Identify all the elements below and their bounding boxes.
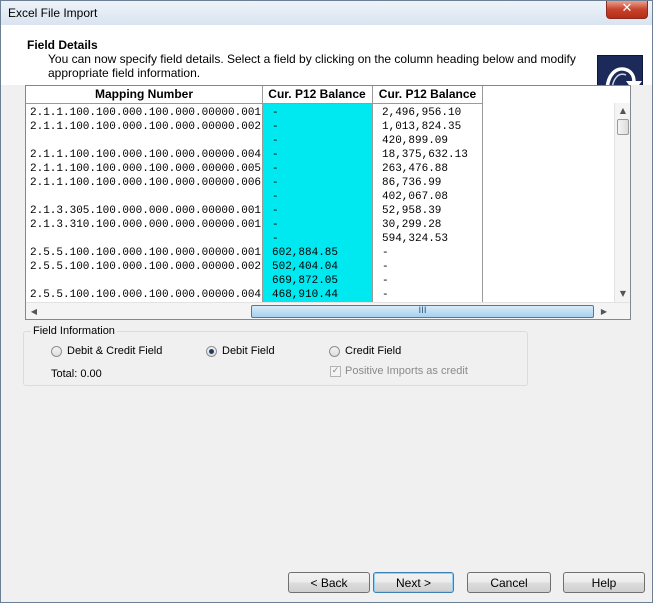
cell-balance-2: 1,013,824.35 [382, 121, 462, 133]
cell-balance-2: 30,299.28 [382, 219, 442, 231]
header-title: Field Details [27, 38, 98, 52]
column-header-mapping-number[interactable]: Mapping Number [26, 86, 263, 104]
cell-mapping-number: 2.1.1.100.100.000.100.000.00000.004 [30, 149, 262, 161]
radio-circle[interactable] [329, 345, 340, 357]
cell-balance-1: - [272, 233, 279, 245]
cell-balance-2: - [382, 275, 389, 287]
cell-balance-2: 402,067.08 [382, 191, 449, 203]
cell-balance-2: 86,736.99 [382, 177, 442, 189]
radio-circle-selected[interactable] [206, 345, 217, 357]
column-divider [482, 86, 483, 302]
window-title: Excel File Import [8, 6, 98, 20]
cell-balance-2: - [382, 289, 389, 301]
next-button[interactable]: Next > [373, 572, 454, 593]
cell-balance-1: 502,404.04 [272, 261, 339, 273]
radio-credit-field[interactable]: Credit Field [329, 345, 401, 357]
back-button[interactable]: < Back [288, 572, 370, 593]
excel-import-window: Excel File Import ✕ Field Details You ca… [0, 0, 653, 603]
scroll-right-icon[interactable]: ▶ [596, 303, 612, 319]
cell-balance-2: - [382, 261, 389, 273]
cell-balance-1: - [272, 107, 279, 119]
cell-mapping-number: 2.5.5.100.100.000.100.000.00000.004 [30, 289, 262, 301]
cell-mapping-number: 2.1.3.310.100.000.000.000.00000.001 [30, 219, 262, 231]
radio-label: Debit & Credit Field [67, 345, 163, 357]
cell-mapping-number: 2.5.5.100.100.000.100.000.00000.002 [30, 261, 262, 273]
cell-balance-1: - [272, 135, 279, 147]
data-grid[interactable]: Mapping Number Cur. P12 Balance Cur. P12… [25, 85, 631, 320]
cell-balance-2: 52,958.39 [382, 205, 442, 217]
title-bar: Excel File Import ✕ [1, 1, 652, 25]
wizard-header: Field Details You can now specify field … [1, 25, 652, 101]
cell-mapping-number: 2.1.1.100.100.000.100.000.00000.001 [30, 107, 262, 119]
header-description: You can now specify field details. Selec… [48, 52, 576, 80]
column-header-balance-1[interactable]: Cur. P12 Balance [262, 86, 373, 104]
horizontal-scroll-thumb[interactable]: III [251, 305, 594, 318]
cell-balance-1: - [272, 163, 279, 175]
cell-balance-1: 468,910.44 [272, 289, 339, 301]
checkmark-icon[interactable]: ✓ [330, 365, 341, 377]
close-icon: ✕ [621, 1, 633, 16]
vertical-scrollbar[interactable]: ▲ ▼ [614, 103, 630, 302]
cell-mapping-number: 2.1.1.100.100.000.100.000.00000.005 [30, 163, 262, 175]
cell-balance-1: - [272, 191, 279, 203]
cancel-button[interactable]: Cancel [467, 572, 551, 593]
radio-label: Credit Field [345, 345, 402, 357]
scroll-up-icon[interactable]: ▲ [616, 103, 630, 119]
cell-balance-2: 18,375,632.13 [382, 149, 468, 161]
cell-balance-2: 263,476.88 [382, 163, 449, 175]
cell-balance-1: - [272, 121, 279, 133]
scroll-down-icon[interactable]: ▼ [616, 286, 630, 302]
close-button[interactable]: ✕ [606, 1, 648, 19]
checkbox-label: Positive Imports as credit [345, 365, 468, 377]
radio-circle[interactable] [51, 345, 62, 357]
radio-label: Debit Field [222, 345, 275, 357]
cell-balance-1: - [272, 149, 279, 161]
cell-balance-2: 2,496,956.10 [382, 107, 462, 119]
cell-balance-2: - [382, 247, 389, 259]
column-headers: Mapping Number Cur. P12 Balance Cur. P12… [26, 86, 616, 104]
radio-debit-credit-field[interactable]: Debit & Credit Field [51, 345, 162, 357]
field-information-legend: Field Information [31, 325, 117, 337]
cell-balance-1: - [272, 177, 279, 189]
radio-debit-field[interactable]: Debit Field [206, 345, 275, 357]
vertical-scroll-thumb[interactable] [617, 119, 629, 135]
positive-imports-checkbox[interactable]: ✓ Positive Imports as credit [330, 365, 468, 377]
total-value: Total: 0.00 [51, 368, 102, 380]
content-area: Mapping Number Cur. P12 Balance Cur. P12… [1, 85, 652, 602]
column-divider [262, 86, 263, 302]
horizontal-scrollbar[interactable]: ◀ III ▶ [26, 302, 630, 319]
column-header-balance-2[interactable]: Cur. P12 Balance [373, 86, 483, 104]
cell-balance-1: - [272, 205, 279, 217]
cell-mapping-number: 2.5.5.100.100.000.100.000.00000.001 [30, 247, 262, 259]
cell-balance-2: 420,899.09 [382, 135, 449, 147]
cell-mapping-number: 2.1.1.100.100.000.100.000.00000.006 [30, 177, 262, 189]
cell-balance-1: 669,872.05 [272, 275, 339, 287]
column-divider [372, 86, 373, 302]
scroll-left-icon[interactable]: ◀ [26, 303, 42, 319]
cell-mapping-number: 2.1.3.305.100.000.000.000.00000.001 [30, 205, 262, 217]
cell-mapping-number: 2.1.1.100.100.000.100.000.00000.002 [30, 121, 262, 133]
help-button[interactable]: Help [563, 572, 645, 593]
cell-balance-1: - [272, 219, 279, 231]
cell-balance-1: 602,884.85 [272, 247, 339, 259]
cell-balance-2: 594,324.53 [382, 233, 449, 245]
